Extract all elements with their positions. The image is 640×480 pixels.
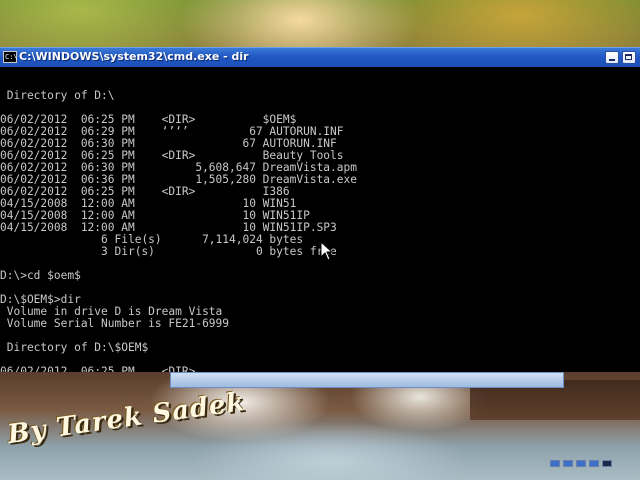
maximize-icon[interactable] (622, 51, 636, 64)
console-line: Directory of D:\ (0, 89, 115, 102)
progress-dot (576, 460, 586, 467)
cmd-icon[interactable]: C:\ (3, 51, 18, 63)
mouse-pointer-icon (320, 241, 334, 261)
minimize-icon[interactable] (605, 51, 619, 64)
progress-dot (602, 460, 612, 467)
console-text: Directory of D:\ 06/02/2012 06:25 PM <DI… (0, 78, 357, 373)
console-line: 3 Dir(s) 0 bytes free (0, 245, 337, 258)
progress-indicator (550, 460, 612, 467)
console-output[interactable]: Directory of D:\ 06/02/2012 06:25 PM <DI… (0, 67, 640, 372)
progress-dot (589, 460, 599, 467)
console-line: D:\>cd $oem$ (0, 269, 81, 282)
console-line: 06/02/2012 06:25 PM <DIR> . (0, 365, 270, 373)
console-line: Directory of D:\$OEM$ (0, 341, 149, 354)
cmd-window[interactable]: C:\ C:\WINDOWS\system32\cmd.exe - dir Di… (0, 47, 640, 372)
progress-dot (550, 460, 560, 467)
progress-dot (563, 460, 573, 467)
window-title: C:\WINDOWS\system32\cmd.exe - dir (19, 50, 249, 63)
background-window-edge[interactable] (170, 372, 564, 388)
console-line: Volume Serial Number is FE21-6999 (0, 317, 230, 330)
title-bar[interactable]: C:\ C:\WINDOWS\system32\cmd.exe - dir (0, 47, 640, 67)
